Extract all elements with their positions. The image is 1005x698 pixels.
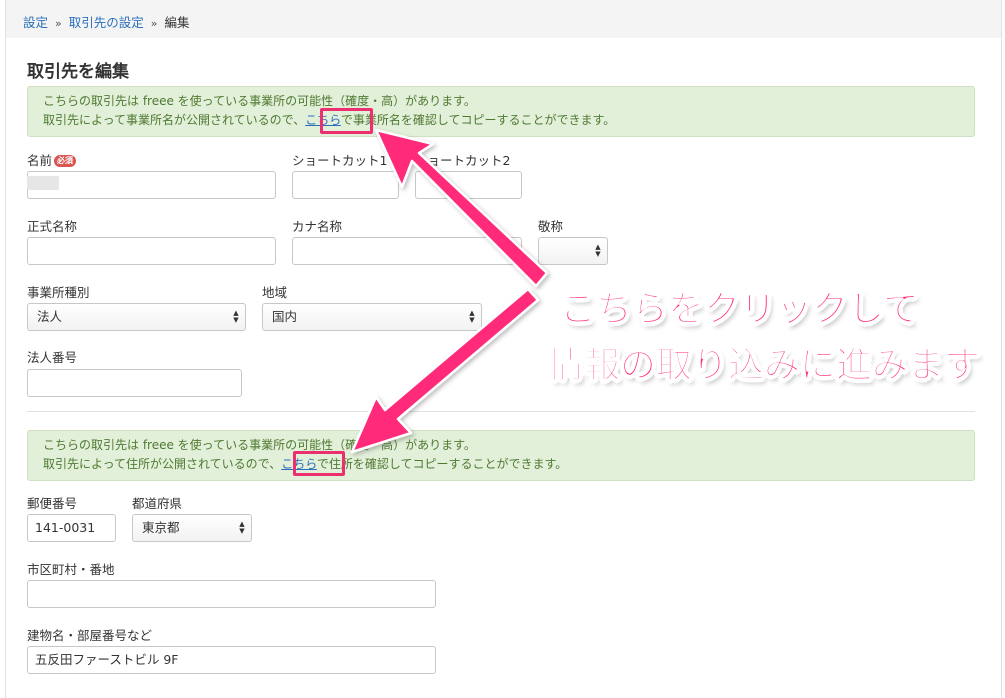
annotation-text: 情報の取り込みに進みます: [547, 345, 981, 387]
arrow-up-left-icon: [374, 128, 549, 288]
annotation-text: こちらをクリックして: [560, 289, 920, 331]
arrow-down-left-icon: [350, 287, 540, 454]
